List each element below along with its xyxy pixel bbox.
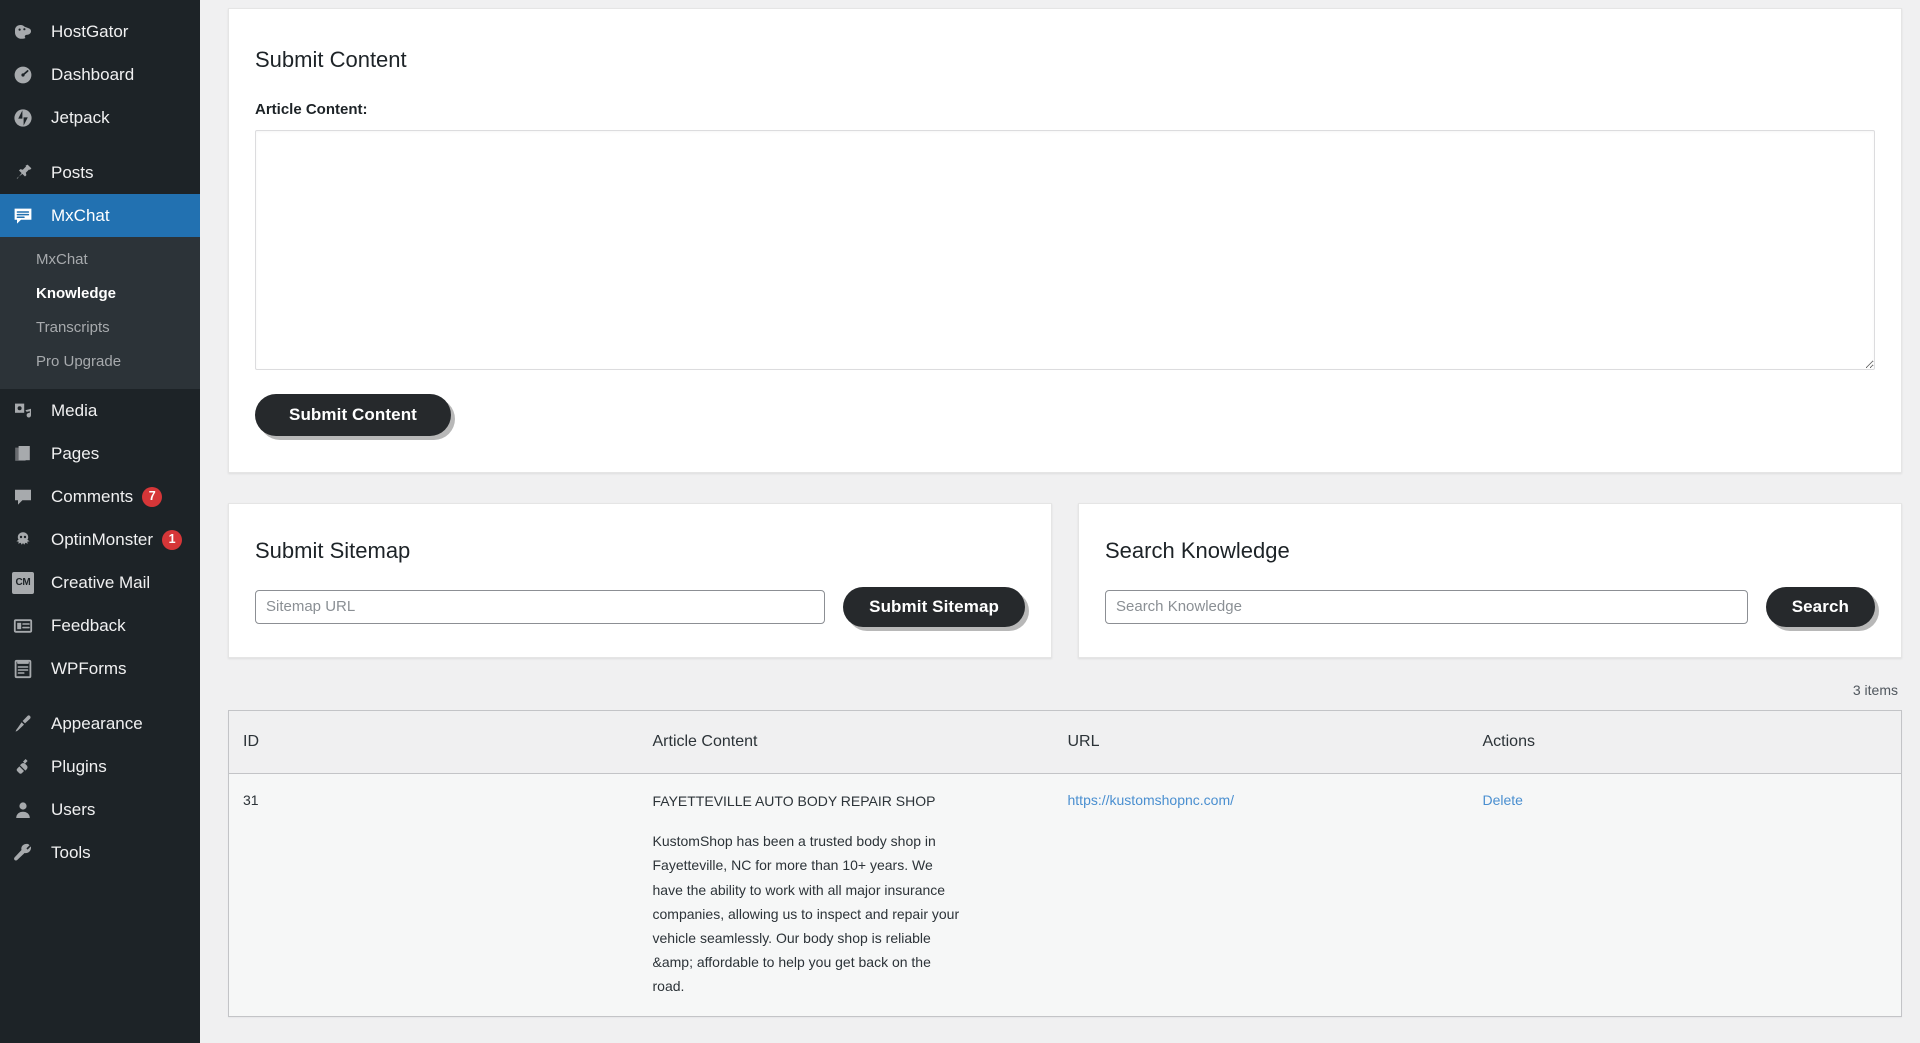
media-icon: [12, 400, 42, 422]
submit-sitemap-panel: Submit Sitemap Submit Sitemap: [228, 503, 1052, 658]
article-url-link[interactable]: https://kustomshopnc.com/: [1068, 792, 1235, 808]
sidebar-item-label: Tools: [51, 842, 91, 862]
article-content-label: Article Content:: [255, 101, 368, 119]
sidebar-item-label: Creative Mail: [51, 572, 151, 592]
submenu-item-mxchat[interactable]: MxChat: [0, 243, 200, 277]
jetpack-icon: [12, 107, 42, 129]
search-knowledge-input[interactable]: [1105, 589, 1748, 624]
sidebar-item-pages[interactable]: Pages: [0, 432, 200, 475]
column-header-actions[interactable]: Actions: [1468, 710, 1902, 774]
pages-icon: [12, 443, 42, 465]
feedback-icon: [12, 615, 42, 637]
submit-sitemap-button[interactable]: Submit Sitemap: [843, 586, 1025, 627]
sitemap-url-input[interactable]: [255, 589, 826, 624]
submit-content-panel: Submit Content Article Content: Submit C…: [228, 8, 1902, 474]
users-person-icon: [12, 799, 42, 821]
submit-content-button[interactable]: Submit Content: [255, 394, 451, 437]
items-count: 3 items: [1852, 681, 1898, 698]
sidebar-item-comments[interactable]: Comments 7: [0, 475, 200, 518]
sidebar-item-media[interactable]: Media: [0, 389, 200, 432]
search-knowledge-title: Search Knowledge: [1105, 538, 1290, 564]
main-content: Submit Content Article Content: Submit C…: [200, 0, 1920, 1043]
sidebar-item-label: Jetpack: [51, 107, 110, 127]
cell-url: https://kustomshopnc.com/: [1053, 773, 1469, 1017]
sidebar-item-label: Feedback: [51, 615, 126, 635]
sidebar-item-label: Media: [51, 400, 98, 420]
search-knowledge-panel: Search Knowledge Search: [1078, 503, 1902, 658]
table-row: 31 FAYETTEVILLE AUTO BODY REPAIR SHOP Ku…: [228, 773, 1902, 1017]
sitemap-search-row: Submit Sitemap Submit Sitemap Search Kno…: [228, 503, 1902, 658]
sidebar-item-feedback[interactable]: Feedback: [0, 604, 200, 647]
submenu-item-pro-upgrade[interactable]: Pro Upgrade: [0, 345, 200, 379]
search-knowledge-row: Search: [1105, 586, 1875, 627]
sidebar-separator-2: [0, 690, 200, 702]
sidebar-item-label: Appearance: [51, 713, 143, 733]
sidebar-item-label: Dashboard: [51, 64, 135, 84]
submenu-item-knowledge[interactable]: Knowledge: [0, 277, 200, 311]
sidebar-separator-1: [0, 139, 200, 151]
sidebar-item-wpforms[interactable]: WPForms: [0, 647, 200, 690]
plugins-plug-icon: [12, 756, 42, 778]
sidebar-item-jetpack[interactable]: Jetpack: [0, 96, 200, 139]
sidebar-item-label: Plugins: [51, 756, 107, 776]
knowledge-table: ID Article Content URL Actions 31 FAYETT…: [228, 709, 1902, 1017]
sidebar-item-optinmonster[interactable]: OptinMonster 1: [0, 518, 200, 561]
mxchat-icon: [12, 205, 42, 227]
article-body: KustomShop has been a trusted body shop …: [652, 833, 960, 994]
optinmonster-icon: [12, 529, 42, 551]
sidebar-item-label: Users: [51, 799, 96, 819]
submit-content-title: Submit Content: [255, 47, 407, 72]
optinmonster-badge: 1: [162, 529, 183, 550]
knowledge-table-head: ID Article Content URL Actions: [228, 710, 1902, 774]
column-header-url[interactable]: URL: [1053, 710, 1469, 774]
column-header-id[interactable]: ID: [228, 710, 639, 774]
mxchat-submenu: MxChat Knowledge Transcripts Pro Upgrade: [0, 237, 200, 389]
article-content-textarea[interactable]: [255, 130, 1875, 371]
column-header-article[interactable]: Article Content: [638, 710, 1054, 774]
search-button[interactable]: Search: [1765, 586, 1875, 627]
submit-sitemap-row: Submit Sitemap: [255, 586, 1025, 627]
hostgator-icon: [12, 21, 42, 43]
sidebar-item-label: OptinMonster: [51, 529, 154, 549]
posts-pin-icon: [12, 162, 42, 184]
cell-article-content: FAYETTEVILLE AUTO BODY REPAIR SHOP Kusto…: [638, 773, 1054, 1017]
sidebar-item-tools[interactable]: Tools: [0, 831, 200, 874]
sidebar-item-label: Pages: [51, 443, 100, 463]
admin-sidebar: HostGator Dashboard Jetpack Posts MxChat…: [0, 0, 200, 1043]
sidebar-item-label: Posts: [51, 162, 94, 182]
sidebar-item-label: MxChat: [51, 205, 110, 225]
wpforms-icon: [12, 658, 42, 680]
article-title: FAYETTEVILLE AUTO BODY REPAIR SHOP: [652, 792, 936, 809]
tools-wrench-icon: [12, 842, 42, 864]
sidebar-item-label: WPForms: [51, 658, 127, 678]
sidebar-item-posts[interactable]: Posts: [0, 151, 200, 194]
sidebar-item-hostgator[interactable]: HostGator: [0, 10, 200, 53]
sidebar-item-users[interactable]: Users: [0, 788, 200, 831]
dashboard-icon: [12, 64, 42, 86]
knowledge-table-body: 31 FAYETTEVILLE AUTO BODY REPAIR SHOP Ku…: [228, 773, 1902, 1017]
comments-badge: 7: [142, 486, 163, 507]
sidebar-item-creative-mail[interactable]: CM Creative Mail: [0, 561, 200, 604]
sidebar-item-appearance[interactable]: Appearance: [0, 702, 200, 745]
sidebar-item-label: HostGator: [51, 21, 129, 41]
appearance-brush-icon: [12, 713, 42, 735]
sidebar-item-mxchat[interactable]: MxChat: [0, 194, 200, 237]
creative-mail-badge-text: CM: [12, 571, 34, 594]
delete-link[interactable]: Delete: [1483, 792, 1523, 808]
submenu-item-transcripts[interactable]: Transcripts: [0, 311, 200, 345]
table-header-row: ID Article Content URL Actions: [228, 710, 1902, 774]
sidebar-item-plugins[interactable]: Plugins: [0, 745, 200, 788]
cell-actions: Delete: [1468, 773, 1902, 1017]
comments-icon: [12, 486, 42, 508]
sidebar-item-label: Comments: [51, 486, 134, 506]
creative-mail-icon: CM: [12, 571, 42, 594]
cell-id: 31: [228, 773, 639, 1017]
sidebar-item-dashboard[interactable]: Dashboard: [0, 53, 200, 96]
submit-sitemap-title: Submit Sitemap: [255, 538, 411, 564]
